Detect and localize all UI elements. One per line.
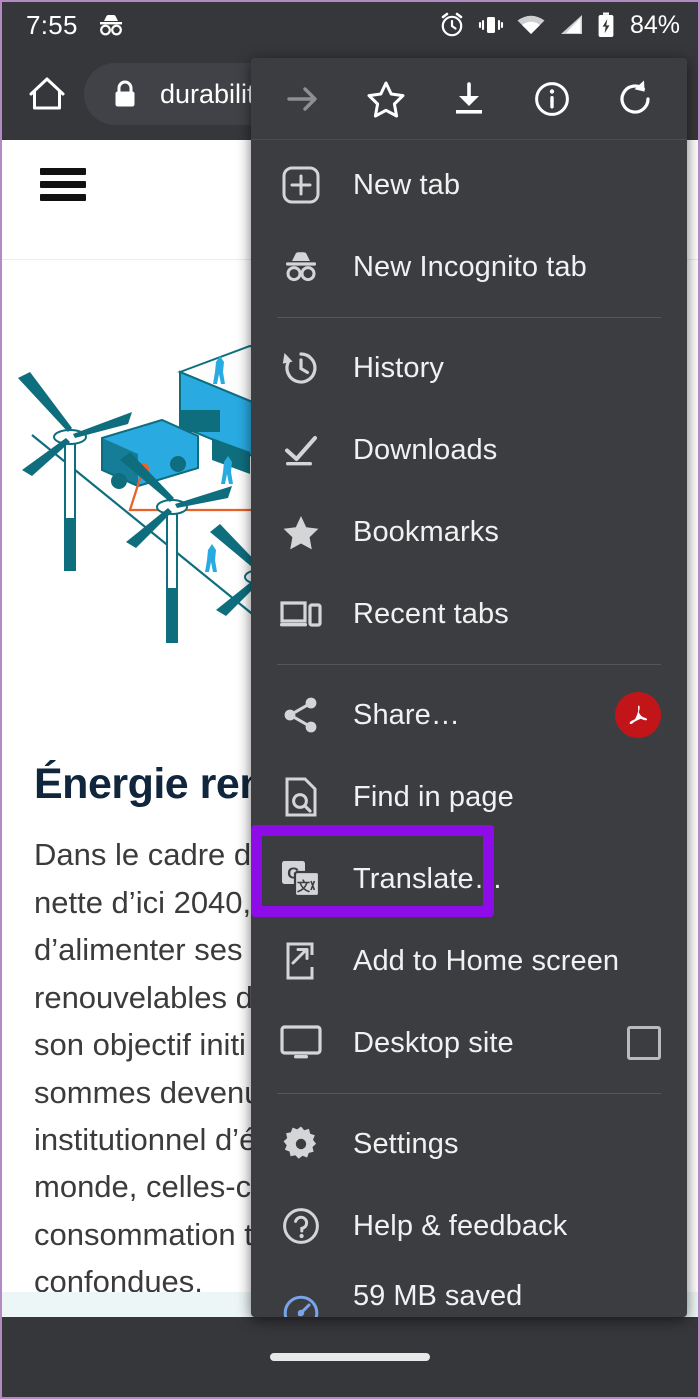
menu-quick-actions — [251, 58, 687, 140]
menu-item-label: Share… — [353, 698, 460, 731]
star-icon[interactable] — [358, 71, 414, 127]
menu-items-list: New tab New Incognito tab History Downlo… — [251, 140, 687, 1317]
gear-icon — [277, 1125, 325, 1163]
menu-divider-3 — [277, 1093, 661, 1094]
menu-item-label: New tab — [353, 168, 461, 201]
menu-item-label: Bookmarks — [353, 515, 499, 548]
vibrate-icon — [478, 12, 504, 38]
battery-charging-icon — [597, 12, 615, 38]
wifi-icon — [517, 14, 545, 36]
data-saver-primary: 59 MB saved — [353, 1279, 523, 1312]
data-saver-icon — [277, 1293, 325, 1317]
menu-divider-1 — [277, 317, 661, 318]
chrome-overflow-menu: New tab New Incognito tab History Downlo… — [251, 58, 687, 1317]
history-icon — [277, 348, 325, 388]
share-icon — [277, 695, 325, 735]
help-circle-icon — [277, 1206, 325, 1246]
menu-item-label: Add to Home screen — [353, 944, 620, 977]
menu-item-help-feedback[interactable]: Help & feedback — [251, 1185, 687, 1267]
svg-text:文: 文 — [297, 879, 311, 894]
phone-screen: 7:55 84% durabilite Énergie ren Dans le … — [2, 2, 698, 1397]
share-target-badge[interactable] — [615, 692, 661, 738]
lock-icon — [112, 79, 138, 109]
incognito-icon — [96, 14, 126, 36]
reload-icon[interactable] — [607, 71, 663, 127]
star-filled-icon — [277, 512, 325, 552]
status-bar-icons: 84% — [439, 11, 680, 40]
alarm-icon — [439, 12, 465, 38]
add-to-home-screen-icon — [277, 941, 325, 981]
menu-item-share[interactable]: Share… — [251, 674, 687, 756]
menu-item-downloads[interactable]: Downloads — [251, 409, 687, 491]
data-saver-secondary: since 3 Jul — [353, 1316, 522, 1317]
checkbox-unchecked-icon — [627, 1026, 661, 1060]
menu-item-find-in-page[interactable]: Find in page — [251, 756, 687, 838]
battery-percent: 84% — [629, 10, 680, 39]
page-info-icon[interactable] — [524, 71, 580, 127]
menu-item-label: New Incognito tab — [353, 250, 587, 283]
google-translate-icon: G 文 — [277, 860, 325, 898]
menu-item-new-tab[interactable]: New tab — [251, 144, 687, 226]
android-nav-bar — [2, 1317, 698, 1397]
cell-signal-icon — [558, 14, 584, 36]
menu-item-label: Translate… — [353, 862, 503, 895]
menu-item-add-to-home-screen[interactable]: Add to Home screen — [251, 920, 687, 1002]
menu-item-label: Recent tabs — [353, 597, 509, 630]
menu-item-label: Find in page — [353, 780, 514, 813]
menu-divider-2 — [277, 664, 661, 665]
home-gesture-pill[interactable] — [270, 1353, 430, 1361]
pdf-badge-icon — [615, 692, 661, 738]
download-icon[interactable] — [441, 71, 497, 127]
menu-item-recent-tabs[interactable]: Recent tabs — [251, 573, 687, 655]
find-in-page-icon — [277, 777, 325, 817]
menu-item-new-incognito-tab[interactable]: New Incognito tab — [251, 226, 687, 308]
menu-item-label: Desktop site — [353, 1026, 514, 1059]
menu-item-history[interactable]: History — [251, 327, 687, 409]
menu-item-translate[interactable]: G 文 Translate… — [251, 825, 687, 920]
downloads-icon — [277, 430, 325, 470]
data-saver-text: 59 MB saved since 3 Jul — [353, 1279, 522, 1317]
menu-item-bookmarks[interactable]: Bookmarks — [251, 491, 687, 573]
menu-item-settings[interactable]: Settings — [251, 1103, 687, 1185]
hamburger-menu-icon[interactable] — [40, 168, 86, 207]
desktop-site-icon — [277, 1025, 325, 1061]
menu-item-desktop-site[interactable]: Desktop site — [251, 1002, 687, 1084]
menu-item-label: History — [353, 351, 444, 384]
status-bar-clock: 7:55 — [26, 9, 78, 40]
menu-item-label: Downloads — [353, 433, 498, 466]
forward-arrow-icon[interactable] — [275, 71, 331, 127]
new-tab-icon — [277, 165, 325, 205]
home-icon[interactable] — [24, 71, 70, 117]
recent-tabs-icon — [277, 597, 325, 631]
desktop-site-checkbox[interactable] — [627, 1026, 661, 1060]
incognito-icon — [277, 251, 325, 283]
menu-item-data-saver[interactable]: 59 MB saved since 3 Jul — [251, 1267, 687, 1317]
menu-item-label: Settings — [353, 1127, 459, 1160]
menu-item-label: Help & feedback — [353, 1209, 568, 1242]
status-bar: 7:55 84% — [2, 2, 698, 48]
